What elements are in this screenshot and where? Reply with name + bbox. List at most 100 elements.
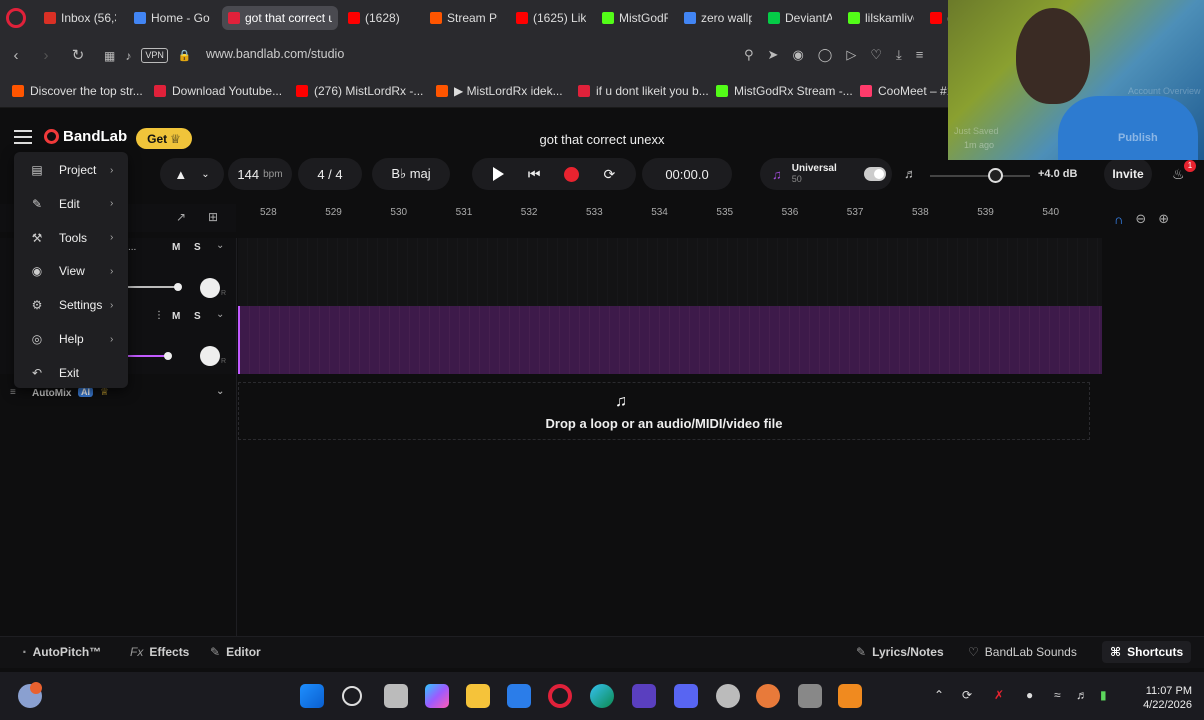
forward-icon[interactable]: › xyxy=(36,46,56,66)
menu-item-settings[interactable]: ⚙ Settings › xyxy=(14,290,128,320)
bookmark-item[interactable]: MistGodRx Stream -... xyxy=(716,84,853,98)
browser-tab[interactable]: Home - Go xyxy=(128,6,216,30)
track-1-volume-handle[interactable] xyxy=(174,283,182,291)
bookmark-item[interactable]: if u dont likeit you b... xyxy=(578,84,709,98)
bell-icon[interactable]: ♨ xyxy=(1172,166,1185,183)
skip-back-button[interactable]: ⏮ xyxy=(528,166,541,183)
browser-tab[interactable]: zero wallpa xyxy=(678,6,758,30)
discord-icon[interactable] xyxy=(674,684,698,708)
menu-item-project[interactable]: ▤ Project › xyxy=(14,155,128,185)
send-icon[interactable]: ➤ xyxy=(768,47,779,63)
edge-icon[interactable] xyxy=(590,684,614,708)
browser-tab[interactable]: got that correct un xyxy=(222,6,338,30)
tray-chevron-icon[interactable]: ⌃ xyxy=(934,688,944,702)
mail-icon[interactable] xyxy=(507,684,531,708)
key-field[interactable]: B♭ maj xyxy=(372,158,450,190)
opera-icon[interactable] xyxy=(548,684,572,708)
metronome-control[interactable]: ▲ ⌄ xyxy=(160,158,224,190)
automix-chevron-icon[interactable]: ⌄ xyxy=(216,386,224,397)
menu-item-edit[interactable]: ✎ Edit › xyxy=(14,189,128,219)
bandlab-sounds-button[interactable]: ♡ BandLab Sounds xyxy=(968,645,1077,659)
file-explorer-icon[interactable] xyxy=(466,684,490,708)
play-button[interactable] xyxy=(492,167,504,181)
snap-icon[interactable]: ∩ xyxy=(1114,212,1123,227)
lyrics-notes-button[interactable]: ✎ Lyrics/Notes xyxy=(856,645,944,659)
tab-snapshot-icon[interactable]: ▦ xyxy=(104,49,115,63)
task-view-icon[interactable] xyxy=(384,684,408,708)
microphone-icon[interactable]: ♪ xyxy=(125,49,131,63)
menu-item-view[interactable]: ◉ View › xyxy=(14,256,128,286)
tray-wifi-icon[interactable]: ≈ xyxy=(1054,688,1061,702)
app-icon[interactable] xyxy=(632,684,656,708)
menu-item-exit[interactable]: ↶ Exit xyxy=(14,358,128,388)
track-2-chevron-icon[interactable]: ⌄ xyxy=(216,309,224,320)
browser-tab[interactable]: (1625) Like xyxy=(510,6,592,30)
tray-battery-icon[interactable]: ▮ xyxy=(1100,688,1107,702)
fl-studio-icon[interactable] xyxy=(838,684,862,708)
track-2-volume-handle[interactable] xyxy=(164,352,172,360)
track-lane-2[interactable] xyxy=(238,306,1102,374)
game-icon[interactable] xyxy=(756,684,780,708)
hamburger-menu-icon[interactable] xyxy=(14,130,32,144)
browser-tab[interactable]: MistGodRx xyxy=(596,6,674,30)
bookmark-item[interactable]: (276) MistLordRx -... xyxy=(296,84,423,98)
tray-network-alert-icon[interactable]: ✗ xyxy=(994,688,1004,702)
menu-lines-icon[interactable]: ≡ xyxy=(916,47,924,63)
quantize-icon[interactable]: ⊞ xyxy=(208,210,218,224)
speaker-icon[interactable]: ♬ xyxy=(904,166,917,181)
master-volume-handle[interactable] xyxy=(988,168,1003,183)
browser-tab[interactable]: Inbox (56,3 xyxy=(38,6,122,30)
magnet-icon[interactable]: ↗ xyxy=(176,210,186,224)
track-lanes[interactable] xyxy=(238,238,1102,374)
track-2-solo-button[interactable]: S xyxy=(194,311,201,322)
tempo-field[interactable]: 144 bpm xyxy=(228,158,292,190)
time-signature-field[interactable]: 4 / 4 xyxy=(298,158,362,190)
drop-zone[interactable]: ♫ Drop a loop or an audio/MIDI/video fil… xyxy=(238,382,1090,440)
track-1-chevron-icon[interactable]: ⌄ xyxy=(216,240,224,251)
menu-item-tools[interactable]: ⚒ Tools › xyxy=(14,223,128,253)
track-lane-1[interactable] xyxy=(238,238,1102,308)
shortcuts-button[interactable]: ⌘ Shortcuts xyxy=(1102,641,1192,663)
browser-tab[interactable]: Stream PKI xyxy=(424,6,504,30)
project-title[interactable]: got that correct unexx xyxy=(470,132,734,147)
browser-tab[interactable]: DeviantArt xyxy=(762,6,838,30)
camera-app-icon[interactable] xyxy=(798,684,822,708)
editor-button[interactable]: ✎ Editor xyxy=(210,645,261,659)
opera-menu-icon[interactable] xyxy=(6,8,26,28)
menu-item-help[interactable]: ◎ Help › xyxy=(14,324,128,354)
vpn-badge[interactable]: VPN xyxy=(141,48,168,63)
bandlab-logo[interactable]: BandLab xyxy=(44,128,127,145)
search-icon[interactable]: ⚲ xyxy=(744,47,754,63)
shield-icon[interactable]: ◯ xyxy=(818,47,833,63)
invite-button[interactable]: Invite xyxy=(1104,158,1152,190)
tray-sync-icon[interactable]: ⟳ xyxy=(962,688,972,702)
automix-row[interactable]: ≡ AutoMix AI ♕ ⌄ xyxy=(0,386,236,406)
bookmark-item[interactable]: ▶ MistLordRx idek... xyxy=(436,84,563,98)
timeline-ruler[interactable]: 528 529 530 531 532 533 534 535 536 537 538 539 540 xyxy=(238,204,1102,226)
master-volume-slider[interactable] xyxy=(930,175,1030,177)
windows-start-icon[interactable] xyxy=(300,684,324,708)
search-icon[interactable] xyxy=(342,686,362,706)
track-1-name[interactable]: ... xyxy=(128,242,136,253)
download-icon[interactable]: ⤓ xyxy=(896,47,902,63)
get-membership-button[interactable]: Get ♕ xyxy=(136,128,192,149)
track-2-more-icon[interactable]: ⋮ xyxy=(154,310,164,321)
track-1-pan-knob[interactable] xyxy=(200,278,220,298)
record-button[interactable] xyxy=(564,166,580,182)
bookmark-item[interactable]: Discover the top str... xyxy=(12,84,143,98)
effects-button[interactable]: Fx Effects xyxy=(130,645,189,659)
copilot-icon[interactable] xyxy=(425,684,449,708)
chrome-icon[interactable] xyxy=(716,684,740,708)
zoom-in-icon[interactable]: ⊕ xyxy=(1158,211,1169,227)
loop-button[interactable]: ⟳ xyxy=(603,166,615,183)
browser-tab[interactable]: (1628) xyxy=(342,6,418,30)
track-2-mute-button[interactable]: M xyxy=(172,311,180,322)
autopitch-button[interactable]: ⋅ AutoPitch™ xyxy=(22,645,101,659)
track-1-solo-button[interactable]: S xyxy=(194,242,201,253)
system-clock[interactable]: 11:07 PM 4/22/2026 xyxy=(1128,684,1192,712)
track-2-pan-knob[interactable] xyxy=(200,346,220,366)
heart-icon[interactable]: ♡ xyxy=(870,47,882,63)
track-1-volume-slider[interactable] xyxy=(128,286,178,288)
track-2-volume-slider[interactable] xyxy=(128,355,168,357)
camera-icon[interactable]: ◉ xyxy=(792,47,803,63)
